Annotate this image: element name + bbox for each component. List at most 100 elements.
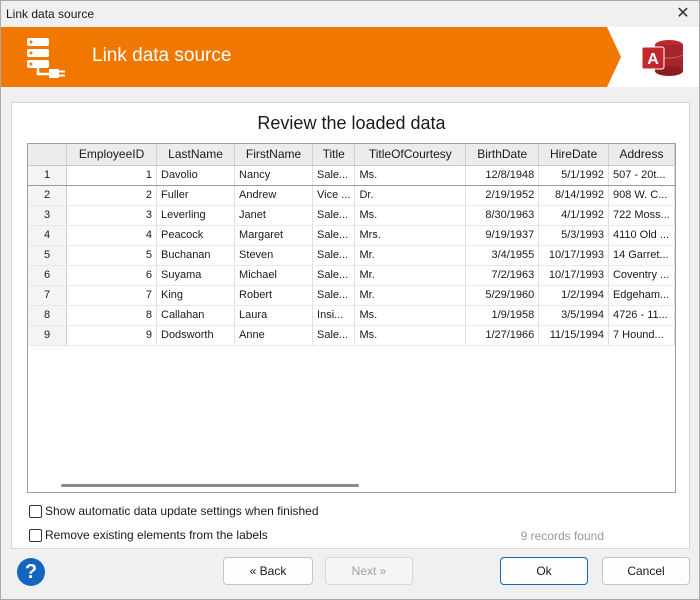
- row-number: 9: [28, 325, 68, 346]
- table-cell: 9/19/1937: [465, 225, 540, 246]
- row-number: 3: [28, 205, 68, 226]
- data-table: EmployeeID LastName FirstName Title TitleOfC…: [28, 144, 675, 346]
- column-header[interactable]: EmployeeID: [66, 144, 157, 166]
- table-cell: Dr.: [354, 185, 467, 206]
- table-row[interactable]: 3 3 Leverling Janet Sale... Ms. 8/30/1963 4/1/1…: [28, 205, 675, 226]
- cancel-button[interactable]: Cancel: [602, 557, 690, 585]
- table-cell: 7/2/1963: [465, 265, 540, 286]
- table-cell: Laura: [234, 305, 314, 326]
- table-cell: Mrs.: [354, 225, 467, 246]
- table-cell: Michael: [234, 265, 314, 286]
- table-cell: Mr.: [354, 265, 467, 286]
- ok-button[interactable]: Ok: [500, 557, 588, 585]
- table-cell: 908 W. C...: [608, 185, 675, 206]
- dialog-window: Link data source ✕ Link data source A Re…: [0, 0, 700, 600]
- table-cell: Leverling: [156, 205, 236, 226]
- table-body: 1 1 Davolio Nancy Sale... Ms. 12/8/1948 5/1/199…: [28, 164, 675, 346]
- table-cell: 8/14/1992: [538, 185, 609, 206]
- table-cell: 5/3/1993: [538, 225, 609, 246]
- table-cell: 8/30/1963: [465, 205, 540, 226]
- help-icon[interactable]: ?: [17, 558, 45, 586]
- horizontal-scrollbar[interactable]: [61, 484, 359, 487]
- column-header[interactable]: Title: [312, 144, 356, 166]
- table-cell: 1/27/1966: [465, 325, 540, 346]
- table-cell: 5/29/1960: [465, 285, 540, 306]
- show-auto-update-option[interactable]: Show automatic data update settings when…: [29, 503, 319, 519]
- table-cell: Insi...: [312, 305, 356, 326]
- table-cell: King: [156, 285, 236, 306]
- column-header[interactable]: BirthDate: [465, 144, 540, 166]
- show-auto-update-label: Show automatic data update settings when…: [45, 504, 319, 518]
- banner-heading: Link data source: [92, 45, 232, 66]
- table-row[interactable]: 6 6 Suyama Michael Sale... Mr. 7/2/1963 10/17/1…: [28, 265, 675, 286]
- table-cell: Edgeham...: [608, 285, 675, 306]
- table-cell: 10/17/1993: [538, 245, 609, 266]
- table-cell: Buchanan: [156, 245, 236, 266]
- column-header[interactable]: TitleOfCourtesy: [354, 144, 467, 166]
- table-cell: 5: [66, 245, 157, 266]
- table-cell: Vice ...: [312, 185, 356, 206]
- table-cell: Sale...: [312, 285, 356, 306]
- column-header[interactable]: FirstName: [234, 144, 314, 166]
- row-number: 2: [28, 185, 68, 206]
- data-grid[interactable]: EmployeeID LastName FirstName Title TitleOfC…: [27, 143, 676, 493]
- table-cell: 4110 Old ...: [608, 225, 675, 246]
- table-cell: 11/15/1994: [538, 325, 609, 346]
- table-cell: 3/5/1994: [538, 305, 609, 326]
- table-cell: Callahan: [156, 305, 236, 326]
- table-cell: Suyama: [156, 265, 236, 286]
- table-cell: 507 - 20t...: [608, 164, 675, 186]
- table-cell: Janet: [234, 205, 314, 226]
- table-row[interactable]: 4 4 Peacock Margaret Sale... Mrs. 9/19/1937 5/3…: [28, 225, 675, 246]
- table-cell: Ms.: [354, 325, 467, 346]
- table-row[interactable]: 1 1 Davolio Nancy Sale... Ms. 12/8/1948 5/1/199…: [28, 164, 675, 186]
- column-header[interactable]: Address: [608, 144, 675, 166]
- table-cell: 9: [66, 325, 157, 346]
- table-cell: 4/1/1992: [538, 205, 609, 226]
- records-count: 9 records found: [520, 529, 604, 543]
- table-cell: Steven: [234, 245, 314, 266]
- remove-existing-checkbox[interactable]: [29, 528, 42, 542]
- table-cell: Margaret: [234, 225, 314, 246]
- access-icon-letter: A: [647, 51, 659, 68]
- column-header[interactable]: HireDate: [538, 144, 609, 166]
- table-cell: 5/1/1992: [538, 164, 609, 186]
- table-cell: 1/9/1958: [465, 305, 540, 326]
- table-row[interactable]: 9 9 Dodsworth Anne Sale... Ms. 1/27/1966 11/15/…: [28, 325, 675, 346]
- row-number: 6: [28, 265, 68, 286]
- row-number: 8: [28, 305, 68, 326]
- table-cell: 7: [66, 285, 157, 306]
- table-cell: Sale...: [312, 225, 356, 246]
- table-cell: 1: [66, 164, 157, 186]
- table-row[interactable]: 7 7 King Robert Sale... Mr. 5/29/1960 1/2/1994 E…: [28, 285, 675, 306]
- row-header-corner[interactable]: [28, 144, 68, 166]
- table-cell: 8: [66, 305, 157, 326]
- table-row[interactable]: 5 5 Buchanan Steven Sale... Mr. 3/4/1955 10/17/…: [28, 245, 675, 266]
- show-auto-update-checkbox[interactable]: [29, 504, 42, 518]
- table-row[interactable]: 2 2 Fuller Andrew Vice ... Dr. 2/19/1952 8/14/1…: [28, 185, 675, 206]
- close-icon[interactable]: ✕: [673, 4, 693, 24]
- table-cell: Sale...: [312, 245, 356, 266]
- table-cell: 12/8/1948: [465, 164, 540, 186]
- table-cell: Anne: [234, 325, 314, 346]
- header-banner: Link data source A: [1, 27, 699, 87]
- access-app-icon: A: [641, 40, 684, 76]
- table-cell: Mr.: [354, 285, 467, 306]
- table-cell: Nancy: [234, 164, 314, 186]
- remove-existing-label: Remove existing elements from the labels: [45, 528, 268, 542]
- title-bar: Link data source ✕: [1, 1, 699, 27]
- column-header[interactable]: LastName: [156, 144, 236, 166]
- next-button[interactable]: Next »: [325, 557, 413, 585]
- table-cell: 4726 - 11...: [608, 305, 675, 326]
- back-button[interactable]: « Back: [223, 557, 313, 585]
- table-cell: Ms.: [354, 305, 467, 326]
- table-cell: Davolio: [156, 164, 236, 186]
- window-title: Link data source: [6, 7, 95, 21]
- page-subtitle: Review the loaded data: [257, 113, 446, 133]
- table-row[interactable]: 8 8 Callahan Laura Insi... Ms. 1/9/1958 3/5/199…: [28, 305, 675, 326]
- database-plug-icon: [27, 38, 65, 78]
- table-cell: 722 Moss...: [608, 205, 675, 226]
- remove-existing-option[interactable]: Remove existing elements from the labels: [29, 527, 268, 543]
- content-panel: Review the loaded data EmployeeID LastNam…: [11, 102, 690, 549]
- table-cell: 2/19/1952: [465, 185, 540, 206]
